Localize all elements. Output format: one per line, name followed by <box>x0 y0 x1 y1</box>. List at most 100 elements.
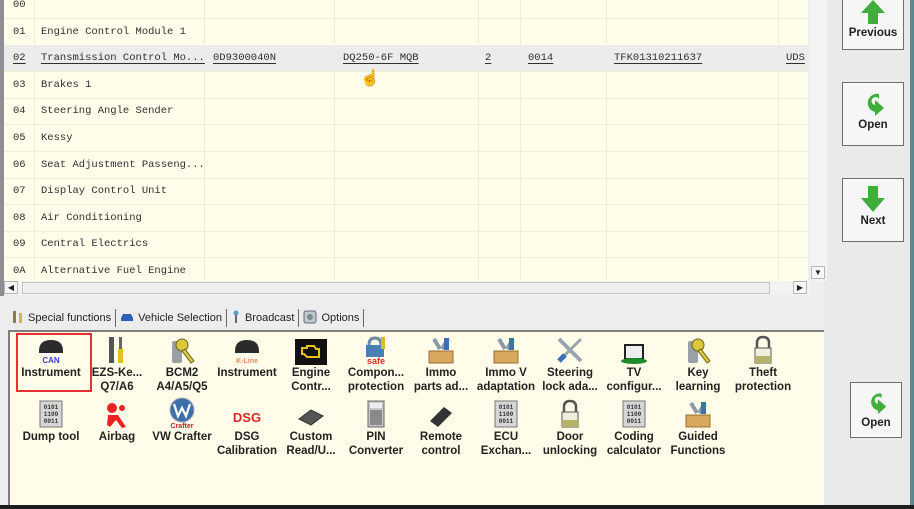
function-steering-lock-ada[interactable]: Steering lock ada... <box>535 335 605 394</box>
window-bottom-edge <box>0 505 914 509</box>
cell-addr: 02 <box>13 52 26 65</box>
safe-lock-icon: safe <box>341 335 411 365</box>
tab-label: Special functions <box>28 312 112 324</box>
module-row[interactable]: 00 <box>4 0 808 19</box>
options-icon <box>303 310 317 327</box>
function-remote-control[interactable]: Remote control <box>406 399 476 458</box>
function-custom-read-u[interactable]: Custom Read/U... <box>276 399 346 458</box>
function-coding-calculator[interactable]: 0101 1100 0011 Coding calculator <box>599 399 669 458</box>
scroll-left-button[interactable]: ◀ <box>4 281 18 294</box>
engine-icon <box>276 335 346 365</box>
function-label: ECU <box>493 431 519 443</box>
function-label: Custom <box>289 431 333 443</box>
horizontal-scrollbar[interactable]: ◀ ▶ <box>4 281 810 295</box>
module-row[interactable]: 03 Brakes 1 <box>4 72 808 99</box>
function-instrument[interactable]: CAN Instrument <box>16 333 92 392</box>
function-ezs-ke-q7-a6[interactable]: EZS-Ke... Q7/A6 <box>82 335 152 394</box>
module-row[interactable]: 09 Central Electrics <box>4 231 808 259</box>
function-dsg-calibration[interactable]: DSG DSG Calibration <box>212 399 282 458</box>
tab-special-functions[interactable]: Special functions <box>8 309 117 327</box>
module-row[interactable]: 02 Transmission Control Mo... 0D9300040N DQ… <box>4 45 808 73</box>
module-row[interactable]: 08 Air Conditioning <box>4 205 808 232</box>
function-label: Exchan... <box>480 444 532 457</box>
svg-text:CAN: CAN <box>42 356 60 365</box>
scroll-right-button[interactable]: ▶ <box>793 281 807 294</box>
app-window: 00 01 Engine Control Module 1 02 Transmissio… <box>0 0 914 509</box>
cell-name: Steering Angle Sender <box>41 105 174 118</box>
tab-label: Vehicle Selection <box>138 312 222 324</box>
tab-broadcast[interactable]: Broadcast <box>227 309 300 327</box>
function-guided-functions[interactable]: Guided Functions <box>663 399 733 458</box>
tab-vehicle-selection[interactable]: Vehicle Selection <box>116 309 227 327</box>
function-engine-contr[interactable]: Engine Contr... <box>276 335 346 394</box>
function-theft-protection[interactable]: Theft protection <box>728 335 798 394</box>
function-label: learning <box>675 380 721 393</box>
arrow-up-icon <box>861 0 885 24</box>
toolbox-icon <box>663 399 733 429</box>
tab-options[interactable]: Options <box>299 309 365 327</box>
cell-name: Seat Adjustment Passeng... <box>41 158 205 171</box>
function-label: VW Crafter <box>152 431 212 443</box>
function-dump-tool[interactable]: 0101 1100 0011 Dump tool <box>16 399 86 445</box>
function-label: BCM2 <box>165 367 199 379</box>
function-instrument[interactable]: K-Line Instrument <box>212 335 282 381</box>
module-row[interactable]: 04 Steering Angle Sender <box>4 98 808 126</box>
function-compon-protection[interactable]: safe Compon... protection <box>341 335 411 394</box>
tab-label: Options <box>321 312 360 324</box>
function-label: A4/A5/Q5 <box>156 380 208 393</box>
function-tv-configur[interactable]: TV configur... <box>599 335 669 394</box>
cell-name: Alternative Fuel Engine <box>41 265 186 277</box>
scroll-down-button[interactable]: ▼ <box>811 266 825 279</box>
antenna-icon <box>231 310 241 327</box>
next-button[interactable]: Next <box>842 178 904 242</box>
cell-name: Central Electrics <box>41 238 149 251</box>
function-label: Coding <box>614 431 654 443</box>
function-label: Door <box>556 431 584 443</box>
open-label: Open <box>858 119 888 131</box>
function-label: Read/U... <box>286 444 336 457</box>
function-label: protection <box>347 380 405 393</box>
module-row[interactable]: 01 Engine Control Module 1 <box>4 19 808 46</box>
module-row[interactable]: 05 Kessy <box>4 125 808 152</box>
function-vw-crafter[interactable]: Crafter VW Crafter <box>147 397 217 445</box>
function-immo-v-adaptation[interactable]: Immo Vadaptation <box>471 335 541 394</box>
tv-icon <box>599 335 669 365</box>
svg-text:DSG: DSG <box>233 410 261 425</box>
function-bcm2-a4-a5-q5[interactable]: BCM2 A4/A5/Q5 <box>147 335 217 394</box>
svg-text:0011: 0011 <box>499 418 514 425</box>
cell-name: Air Conditioning <box>41 211 142 224</box>
cell-addr: 03 <box>13 78 26 91</box>
function-label: Airbag <box>98 431 136 443</box>
module-row[interactable]: 06 Seat Adjustment Passeng... <box>4 152 808 179</box>
svg-text:safe: safe <box>367 356 385 365</box>
function-label: Functions <box>670 444 726 457</box>
function-airbag[interactable]: Airbag <box>82 399 152 445</box>
tools-icon <box>12 310 24 327</box>
function-label: calculator <box>606 444 662 457</box>
function-label: Compon... <box>347 367 405 379</box>
tab-bar: Special functions Vehicle Selection Broa… <box>8 308 365 328</box>
function-ecu-exchan[interactable]: 0101 1100 0011 ECU Exchan... <box>471 399 541 458</box>
function-label: configur... <box>606 380 662 393</box>
function-key-learning[interactable]: Key learning <box>663 335 733 394</box>
open-button[interactable]: Open <box>842 82 904 146</box>
function-label: EZS-Ke... <box>91 367 143 379</box>
function-label: Calibration <box>216 444 278 457</box>
key-icon <box>663 335 733 365</box>
function-immo-parts-ad[interactable]: Immo parts ad... <box>406 335 476 394</box>
horizontal-scroll-thumb[interactable] <box>22 282 770 294</box>
instrument-kline-icon: K-Line <box>212 335 282 365</box>
open-function-button[interactable]: Open <box>850 382 902 438</box>
function-label: unlocking <box>542 444 598 457</box>
module-row[interactable]: 07 Display Control Unit <box>4 178 808 206</box>
cell-name: Engine Control Module 1 <box>41 25 186 38</box>
function-label: Q7/A6 <box>100 380 134 393</box>
vertical-scrollbar[interactable]: ▼ <box>810 0 827 281</box>
function-label: Dump tool <box>22 431 80 443</box>
remote-chip-icon <box>406 399 476 429</box>
previous-button[interactable]: Previous <box>842 0 904 50</box>
function-door-unlocking[interactable]: Door unlocking <box>535 399 605 458</box>
module-row[interactable]: 0A Alternative Fuel Engine <box>4 258 808 281</box>
function-pin-converter[interactable]: PIN Converter <box>341 399 411 458</box>
cell-part: 0D9300040N <box>213 52 277 65</box>
